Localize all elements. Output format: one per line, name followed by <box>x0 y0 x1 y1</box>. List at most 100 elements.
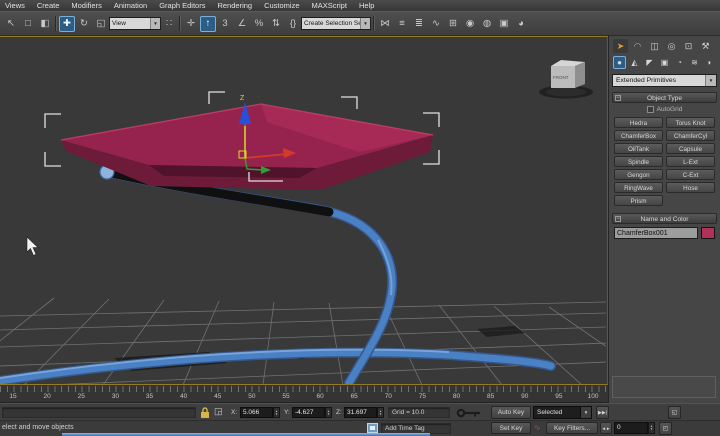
object-type-button[interactable]: RingWave <box>614 182 663 193</box>
tab-motion[interactable]: ◎ <box>664 39 679 53</box>
object-type-button[interactable]: Hedra <box>614 117 663 128</box>
object-type-button[interactable]: Capsule <box>666 143 715 154</box>
collapse-icon[interactable]: − <box>615 95 621 101</box>
material-editor-icon[interactable]: ◉ <box>462 16 478 32</box>
z-coord-field[interactable]: 31.697 <box>344 407 377 418</box>
collapse-icon[interactable]: − <box>615 216 621 222</box>
named-selection-sets-icon[interactable]: {} <box>285 16 301 32</box>
set-key-filter-dropdown[interactable]: Selected <box>533 406 592 419</box>
chair-frame-ground-tube[interactable] <box>0 350 551 382</box>
object-type-button[interactable]: ChamferBox <box>614 130 663 141</box>
selection-lock-icon[interactable] <box>200 406 210 419</box>
tab-modify[interactable]: ◠ <box>630 39 645 53</box>
category-systems-icon[interactable]: ◗ <box>703 56 716 69</box>
object-type-rollout-header[interactable]: − Object Type <box>612 92 717 103</box>
tab-hierarchy[interactable]: ◫ <box>647 39 662 53</box>
menu-item[interactable]: MAXScript <box>312 1 347 10</box>
menu-item[interactable]: Animation <box>114 1 147 10</box>
category-geometry-icon[interactable]: ● <box>613 56 626 69</box>
dropdown-arrow-icon[interactable] <box>360 18 370 29</box>
menu-item[interactable]: Views <box>5 1 25 10</box>
percent-snap-icon[interactable]: % <box>251 16 267 32</box>
timeline-frame-label: 65 <box>351 393 358 400</box>
select-and-scale-icon[interactable]: ◱ <box>93 16 109 32</box>
menu-item[interactable]: Modifiers <box>71 1 101 10</box>
object-type-button[interactable]: C-Ext <box>666 169 715 180</box>
object-type-button[interactable]: Torus Knot <box>666 117 715 128</box>
menu-item[interactable]: Customize <box>264 1 299 10</box>
object-type-button[interactable]: Gengon <box>614 169 663 180</box>
dropdown-arrow-icon[interactable] <box>580 407 591 418</box>
menu-item[interactable]: Help <box>359 1 374 10</box>
rendered-frame-window-icon[interactable]: ▣ <box>496 16 512 32</box>
reference-coordinate-dropdown[interactable]: View <box>109 17 161 30</box>
tab-utilities[interactable]: ⚒ <box>698 39 713 53</box>
object-type-button[interactable]: Spindle <box>614 156 663 167</box>
timeline-frame-label: 25 <box>78 393 85 400</box>
z-spinner[interactable] <box>377 407 384 418</box>
key-mode-toggle-button[interactable]: ◄► <box>600 422 612 434</box>
render-production-icon[interactable]: ◕ <box>513 16 529 32</box>
y-coord-field[interactable]: -4.627 <box>292 407 325 418</box>
dropdown-arrow-icon[interactable] <box>150 18 160 29</box>
name-color-rollout-header[interactable]: − Name and Color <box>612 213 717 224</box>
dropdown-arrow-icon[interactable] <box>705 75 716 86</box>
align-icon[interactable]: ≡ <box>394 16 410 32</box>
viewcube[interactable]: FRONT <box>539 60 593 99</box>
object-type-button[interactable]: L-Ext <box>666 156 715 167</box>
perspective-viewport[interactable]: Z FRONT <box>0 36 608 385</box>
category-spacewarps-icon[interactable]: ≋ <box>688 56 701 69</box>
y-spinner[interactable] <box>325 407 332 418</box>
select-and-manipulate-icon[interactable]: ✛ <box>183 16 199 32</box>
frame-spinner[interactable] <box>648 422 655 434</box>
tab-create[interactable]: ➤ <box>613 39 628 53</box>
maximize-viewport-icon[interactable]: ◰ <box>659 422 672 435</box>
auto-key-button[interactable]: Auto Key <box>491 406 531 419</box>
viewport-scene: Z FRONT <box>0 37 606 384</box>
named-selection-set-dropdown[interactable]: Create Selection Se <box>301 17 371 30</box>
set-key-button[interactable]: Set Key <box>491 422 531 434</box>
menu-item[interactable]: Graph Editors <box>159 1 205 10</box>
category-shapes-icon[interactable]: ◭ <box>628 56 641 69</box>
transform-gizmo-toggle-icon[interactable]: ◲ <box>214 406 223 417</box>
curve-editor-icon[interactable]: ∿ <box>428 16 444 32</box>
autogrid-checkbox[interactable] <box>647 106 654 113</box>
category-lights-icon[interactable]: ◤ <box>643 56 656 69</box>
object-name-field[interactable]: ChamferBox001 <box>614 227 698 239</box>
go-to-end-button[interactable]: ▶▶| <box>596 406 609 419</box>
select-and-rotate-icon[interactable]: ↻ <box>76 16 92 32</box>
command-panel: ➤◠◫◎⊡⚒ ●◭◤▣◔≋◗ Extended Primitives − Obj… <box>608 36 720 403</box>
angle-snap-icon[interactable]: ∠ <box>234 16 250 32</box>
object-type-button[interactable]: ChamferCyl <box>666 130 715 141</box>
tab-display[interactable]: ⊡ <box>681 39 696 53</box>
x-coord-field[interactable]: 5.066 <box>240 407 273 418</box>
category-cameras-icon[interactable]: ▣ <box>658 56 671 69</box>
render-setup-icon[interactable]: ◍ <box>479 16 495 32</box>
zoom-extents-all-icon[interactable]: ◱ <box>668 406 681 419</box>
snaps-toggle-icon[interactable]: ↑ <box>200 16 216 32</box>
subcategory-dropdown[interactable]: Extended Primitives <box>612 74 717 87</box>
select-object-icon[interactable]: □ <box>20 16 36 32</box>
schematic-view-icon[interactable]: ⊞ <box>445 16 461 32</box>
object-type-button[interactable]: Hose <box>666 182 715 193</box>
bind-to-spacewarp-icon[interactable]: ◧ <box>37 16 53 32</box>
key-filters-button[interactable]: Key Filters... <box>546 422 598 434</box>
track-bar-timeline[interactable]: 1520253035404550556065707580859095100 <box>0 385 608 403</box>
snap-3d-icon[interactable]: 3 <box>217 16 233 32</box>
use-pivot-center-icon[interactable]: ∷ <box>161 16 177 32</box>
object-type-button[interactable]: Prism <box>614 195 663 206</box>
category-helpers-icon[interactable]: ◔ <box>673 56 686 69</box>
select-and-link-icon[interactable]: ↖ <box>3 16 19 32</box>
current-frame-field[interactable]: 0 <box>614 422 648 434</box>
spinner-snap-icon[interactable]: ⇅ <box>268 16 284 32</box>
x-spinner[interactable] <box>273 407 280 418</box>
key-filter-curve-icon[interactable]: ∿ <box>534 422 541 434</box>
select-and-move-icon[interactable]: ✚ <box>59 16 75 32</box>
menu-item[interactable]: Create <box>37 1 60 10</box>
object-type-button[interactable]: OilTank <box>614 143 663 154</box>
layer-manager-icon[interactable]: ≣ <box>411 16 427 32</box>
menu-item[interactable]: Rendering <box>217 1 252 10</box>
mirror-icon[interactable]: ⋈ <box>377 16 393 32</box>
status-window-icon[interactable] <box>367 423 378 433</box>
object-color-swatch[interactable] <box>701 227 715 239</box>
